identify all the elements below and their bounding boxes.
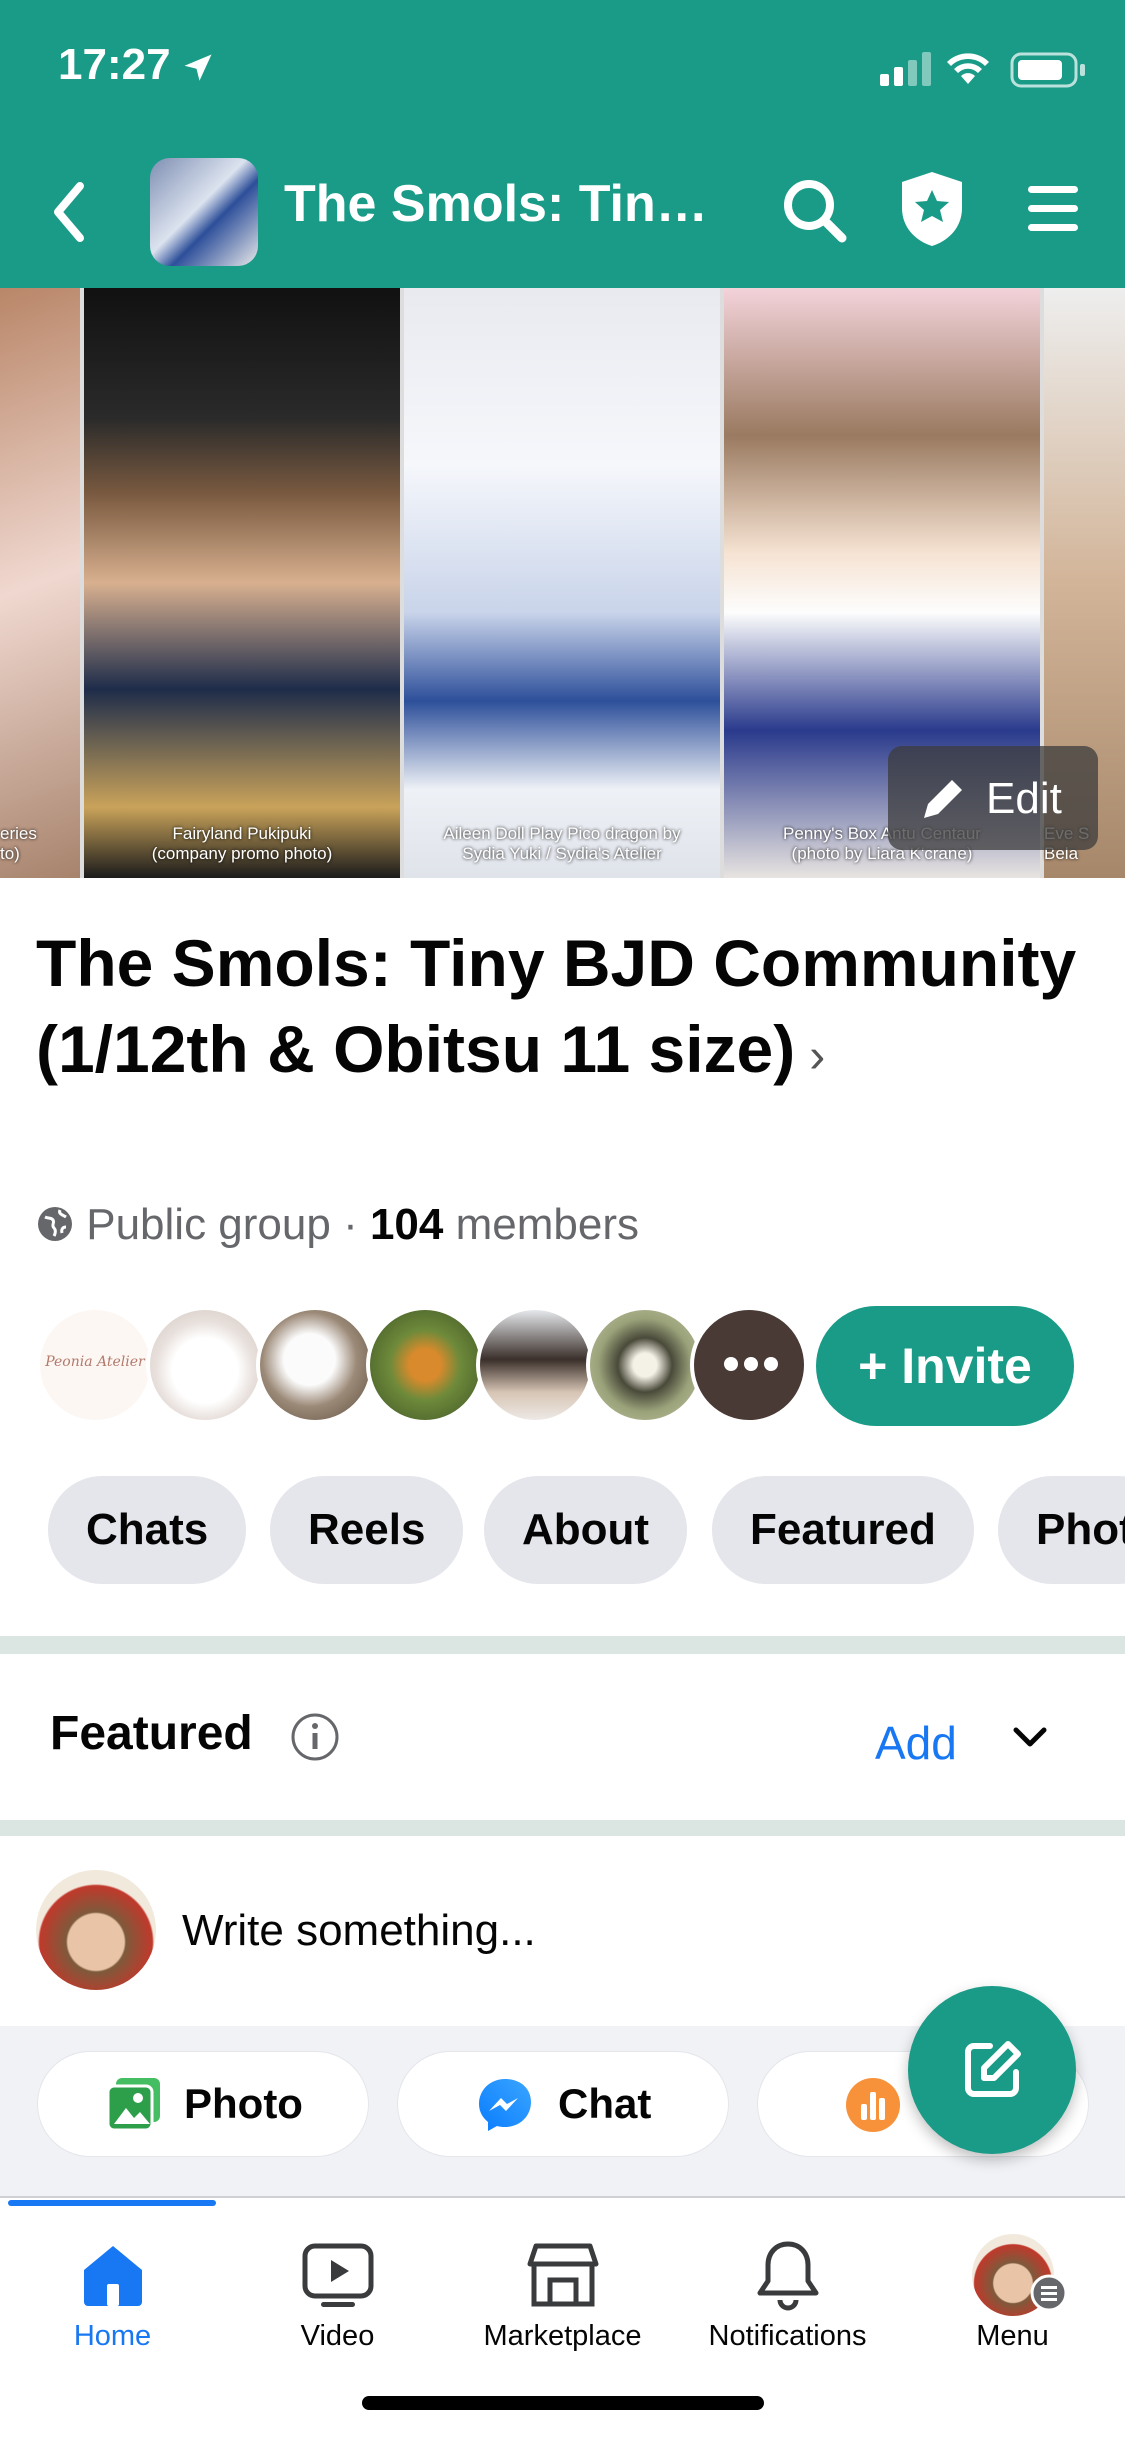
more-dots-icon	[724, 1357, 778, 1371]
nav-marketplace-label: Marketplace	[483, 2320, 642, 2352]
hamburger-menu-icon[interactable]	[1026, 184, 1082, 234]
tab-about[interactable]: About	[484, 1476, 688, 1584]
poll-icon	[846, 2078, 900, 2132]
featured-title: Featured	[50, 1707, 253, 1760]
nav-home[interactable]: Home	[0, 2230, 225, 2353]
members-label: members	[455, 1200, 639, 1249]
compose-post-button[interactable]	[908, 1986, 1076, 2154]
group-thumbnail[interactable]	[150, 158, 258, 266]
chat-label: Chat	[558, 2080, 652, 2127]
chevron-down-icon[interactable]	[1010, 1722, 1050, 1752]
member-count: 104	[369, 1200, 444, 1249]
chat-button[interactable]: Chat	[398, 2052, 728, 2156]
search-icon[interactable]	[780, 176, 850, 246]
chevron-right-icon: ›	[809, 1030, 826, 1083]
tab-featured[interactable]: Featured	[712, 1476, 974, 1584]
cover-photo-panel: Aileen Doll Play Pico dragon by Sydia Yu…	[404, 288, 720, 878]
wifi-icon	[947, 53, 989, 84]
home-icon	[83, 2246, 142, 2306]
section-divider	[0, 1636, 1125, 1654]
info-icon[interactable]	[290, 1712, 340, 1762]
write-something-input[interactable]: Write something...	[182, 1906, 536, 1956]
group-privacy-line: Public group · 104 members	[36, 1200, 639, 1250]
compose-icon	[965, 2041, 1021, 2097]
user-avatar[interactable]	[36, 1870, 156, 1990]
cellular-signal-icon	[880, 52, 931, 86]
status-time: 17:27	[58, 40, 171, 89]
group-name-text: The Smols: Tiny BJD Community (1/12th & …	[36, 926, 1077, 1086]
privacy-label: Public group	[86, 1200, 331, 1249]
photo-button[interactable]: Photo	[38, 2052, 368, 2156]
nav-marketplace[interactable]: Marketplace	[450, 2230, 675, 2353]
group-name[interactable]: The Smols: Tiny BJD Community (1/12th & …	[36, 920, 1086, 1100]
photo-label: Photo	[184, 2080, 303, 2127]
pencil-icon	[924, 780, 962, 818]
nav-home-label: Home	[73, 2320, 152, 2352]
cover-caption: eries to)	[0, 824, 37, 863]
more-members-avatar[interactable]	[690, 1306, 808, 1424]
nav-notifications[interactable]: Notifications	[675, 2230, 900, 2353]
member-avatar[interactable]	[366, 1306, 484, 1424]
active-tab-indicator	[8, 2200, 216, 2206]
globe-icon	[38, 1207, 72, 1241]
nav-video-label: Video	[300, 2320, 375, 2352]
video-icon	[302, 2243, 373, 2307]
member-avatar[interactable]	[256, 1306, 374, 1424]
nav-menu[interactable]: Menu	[900, 2230, 1125, 2353]
cover-caption: Fairyland Pukipuki (company promo photo)	[151, 824, 333, 863]
edit-cover-button[interactable]: Edit	[888, 746, 1098, 850]
tab-chats[interactable]: Chats	[48, 1476, 247, 1584]
location-arrow-icon	[184, 54, 212, 81]
cover-photo-panel: Fairyland Pukipuki (company promo photo)	[84, 288, 400, 878]
invite-button[interactable]: + Invite	[816, 1306, 1074, 1426]
battery-icon	[1010, 52, 1085, 88]
home-indicator	[362, 2396, 764, 2410]
member-avatar[interactable]	[476, 1306, 594, 1424]
cover-photo-panel: eries to)	[0, 288, 80, 878]
section-divider	[0, 1820, 1125, 1836]
peonia-atelier-logo: Peonia Atelier	[45, 1354, 145, 1370]
header-title: The Smols: Tiny…	[284, 175, 724, 233]
nav-notifications-label: Notifications	[708, 2320, 867, 2352]
menu-badge-icon	[1030, 2274, 1068, 2312]
messenger-icon	[479, 2079, 531, 2131]
tab-photos[interactable]: Phot	[998, 1476, 1125, 1584]
nav-menu-label: Menu	[976, 2320, 1049, 2352]
member-avatar[interactable]: Peonia Atelier	[36, 1306, 154, 1424]
featured-add-link[interactable]: Add	[875, 1716, 957, 1770]
marketplace-icon	[527, 2243, 598, 2307]
photo-icon	[106, 2078, 160, 2132]
admin-shield-icon[interactable]	[896, 168, 968, 250]
member-avatar[interactable]	[146, 1306, 264, 1424]
back-arrow-icon[interactable]	[40, 172, 100, 252]
tab-reels[interactable]: Reels	[270, 1476, 464, 1584]
edit-cover-label: Edit	[986, 774, 1062, 823]
bell-icon	[757, 2241, 818, 2311]
nav-video[interactable]: Video	[225, 2230, 450, 2353]
member-avatar[interactable]	[586, 1306, 704, 1424]
cover-caption: Aileen Doll Play Pico dragon by Sydia Yu…	[443, 824, 681, 863]
